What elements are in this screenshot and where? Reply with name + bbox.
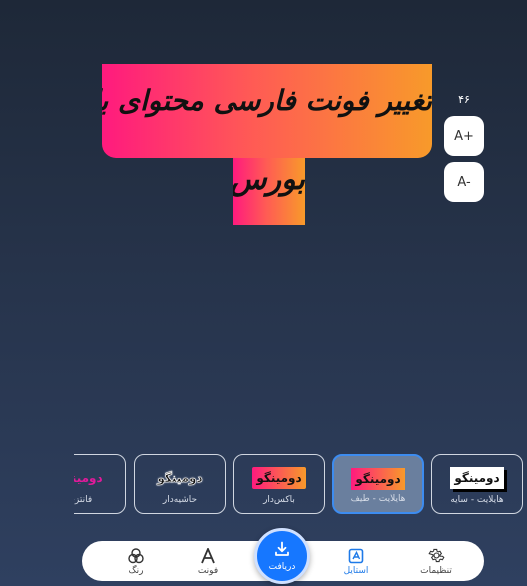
nav-settings[interactable]: تنظیمات bbox=[406, 543, 466, 579]
style-icon bbox=[348, 547, 364, 565]
headline-line-1: تغییر فونت فارسی محتوای بازاریابی bbox=[102, 64, 432, 158]
style-preview-outline: دومینگو bbox=[157, 471, 203, 486]
style-card-gradient-highlight[interactable]: دومینگو هایلایت - طیف bbox=[332, 454, 424, 514]
style-label-fantasy: فانتزی bbox=[74, 495, 93, 505]
style-label-shadow: هایلایت - سایه bbox=[450, 495, 504, 505]
nav-style-label: استایل bbox=[343, 565, 369, 576]
style-card-shadow-highlight[interactable]: دومینگو هایلایت - سایه bbox=[431, 454, 523, 514]
style-strip[interactable]: دومینگو فانتزی دومینگو حاشیه‌دار دومینگو… bbox=[74, 454, 527, 516]
nav-font-label: فونت bbox=[197, 565, 219, 576]
gear-icon bbox=[427, 547, 445, 565]
nav-settings-label: تنظیمات bbox=[420, 565, 452, 576]
font-icon bbox=[200, 547, 216, 565]
style-label-outline: حاشیه‌دار bbox=[162, 495, 198, 505]
color-circles-icon bbox=[127, 547, 145, 565]
nav-color-label: رنگ bbox=[128, 565, 144, 576]
download-label: دریافت bbox=[268, 561, 296, 572]
download-icon bbox=[274, 541, 290, 561]
style-label-box: باکس‌دار bbox=[263, 495, 295, 505]
style-label-gradient: هایلایت - طیف bbox=[350, 494, 406, 504]
font-size-value: ۴۶ bbox=[458, 93, 470, 106]
style-preview-shadow: دومینگو bbox=[450, 467, 504, 489]
style-preview-fantasy: دومینگو bbox=[74, 471, 103, 485]
style-card-fantasy[interactable]: دومینگو فانتزی bbox=[74, 454, 126, 514]
decrease-size-button[interactable]: A- bbox=[444, 162, 484, 202]
download-button[interactable]: دریافت bbox=[254, 528, 310, 584]
style-preview-gradient: دومینگو bbox=[351, 468, 405, 490]
style-card-box[interactable]: دومینگو باکس‌دار bbox=[233, 454, 325, 514]
nav-style[interactable]: استایل bbox=[326, 543, 386, 579]
increase-size-button[interactable]: A+ bbox=[444, 116, 484, 156]
nav-font[interactable]: فونت bbox=[178, 543, 238, 579]
nav-color[interactable]: رنگ bbox=[106, 543, 166, 579]
style-card-outline[interactable]: دومینگو حاشیه‌دار bbox=[134, 454, 226, 514]
style-preview-box: دومینگو bbox=[252, 467, 306, 489]
